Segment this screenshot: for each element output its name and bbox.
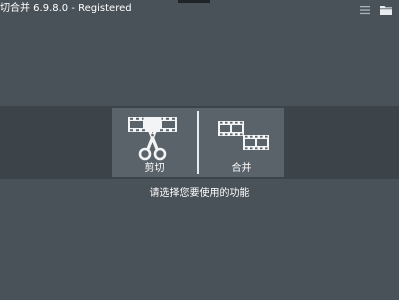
cut-button[interactable]: 剪切 <box>112 108 197 177</box>
folder-icon[interactable] <box>380 5 392 15</box>
title-bar: 切合并 6.9.8.0 - Registered <box>0 0 399 20</box>
hamburger-menu-icon[interactable] <box>360 5 370 15</box>
function-prompt: 请选择您要使用的功能 <box>149 188 250 199</box>
main-area: 剪切 合并 请选择您要使用的功能 <box>0 20 399 300</box>
function-panel: 剪切 合并 <box>112 108 284 177</box>
title-bar-notch <box>178 0 210 3</box>
cut-label: 剪切 <box>144 163 165 174</box>
window-title: 切合并 6.9.8.0 - Registered <box>0 3 132 14</box>
merge-label: 合并 <box>231 163 252 174</box>
merge-button[interactable]: 合并 <box>199 108 284 177</box>
